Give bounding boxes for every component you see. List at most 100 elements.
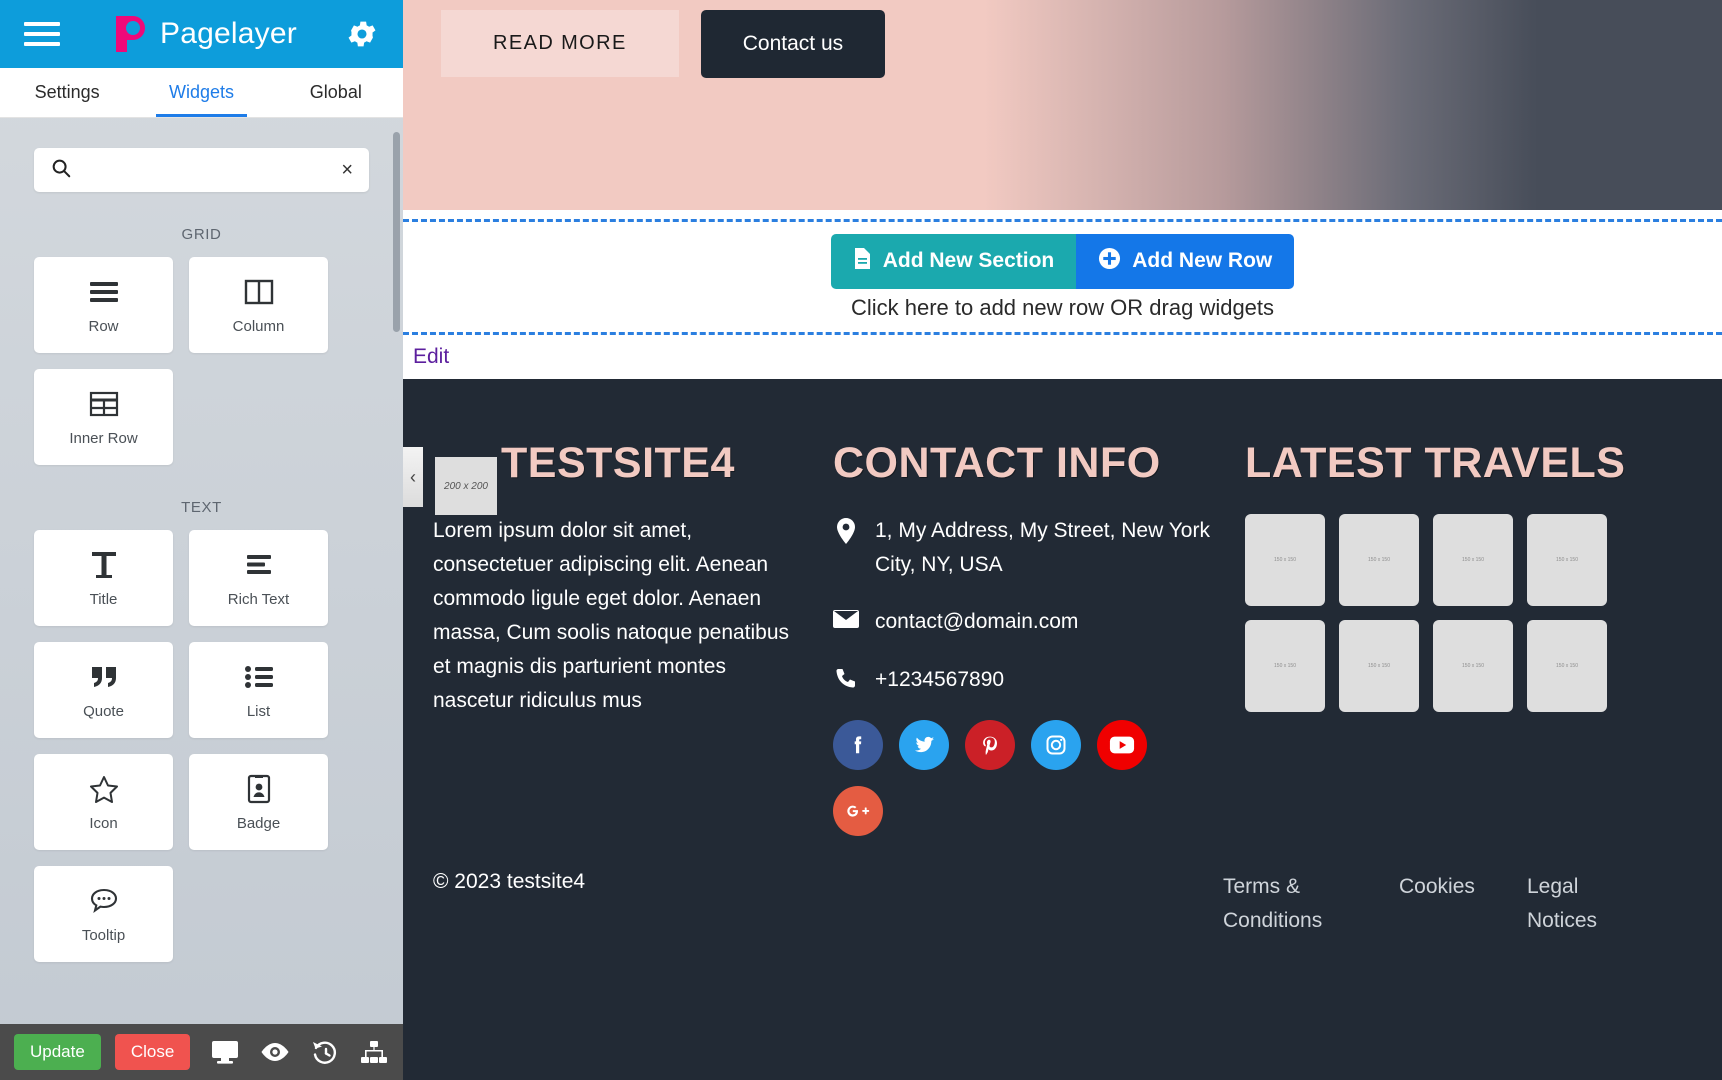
contact-us-button[interactable]: Contact us bbox=[700, 10, 886, 78]
instagram-icon[interactable] bbox=[1031, 720, 1081, 771]
tab-settings[interactable]: Settings bbox=[0, 68, 134, 117]
footer-brand-column: 200 x 200 TESTSITE4 Lorem ipsum dolor si… bbox=[421, 439, 821, 836]
youtube-icon[interactable] bbox=[1097, 720, 1147, 771]
edit-bar: Edit bbox=[403, 335, 1722, 379]
footer-link-cookies[interactable]: Cookies bbox=[1399, 870, 1527, 937]
travel-thumbnail[interactable]: 150 x 150 bbox=[1339, 620, 1419, 712]
widget-tooltip[interactable]: Tooltip bbox=[34, 866, 173, 962]
widget-label: Quote bbox=[83, 702, 124, 720]
widget-label: Row bbox=[88, 317, 119, 335]
footer-travels-title: LATEST TRAVELS bbox=[1245, 439, 1626, 487]
pagelayer-logo-icon bbox=[108, 12, 150, 56]
rows-icon bbox=[89, 276, 119, 308]
read-more-button[interactable]: READ MORE bbox=[441, 10, 679, 77]
widget-title[interactable]: Title bbox=[34, 530, 173, 626]
brand: Pagelayer bbox=[60, 12, 345, 56]
category-label-grid: GRID bbox=[181, 226, 222, 243]
footer-link-legal[interactable]: Legal Notices bbox=[1527, 870, 1655, 937]
hamburger-icon[interactable] bbox=[24, 22, 60, 46]
column-icon bbox=[244, 276, 274, 308]
add-new-row-dropzone[interactable]: Add New Section Add New Row Click here t… bbox=[403, 219, 1722, 335]
star-icon bbox=[89, 773, 119, 805]
edit-link[interactable]: Edit bbox=[413, 345, 449, 369]
contact-phone-row: +1234567890 bbox=[833, 663, 1221, 697]
page-canvas: READ MORE Contact us Add New Section Add… bbox=[403, 0, 1722, 1080]
footer-link-terms[interactable]: Terms & Conditions bbox=[1223, 870, 1399, 937]
widgets-sidebar: Pagelayer Settings Widgets Global × GRID… bbox=[0, 0, 403, 1080]
widget-quote[interactable]: Quote bbox=[34, 642, 173, 738]
footer-links: Terms & Conditions Cookies Legal Notices bbox=[1223, 870, 1692, 937]
map-pin-icon bbox=[833, 514, 859, 544]
add-new-row-label: Add New Row bbox=[1132, 249, 1273, 272]
badge-icon bbox=[247, 773, 271, 805]
social-links bbox=[833, 720, 1153, 837]
plus-circle-icon bbox=[1098, 247, 1121, 276]
chevron-left-icon[interactable]: ‹ bbox=[403, 447, 423, 507]
close-button[interactable]: Close bbox=[114, 1034, 191, 1070]
widget-rich-text[interactable]: Rich Text bbox=[189, 530, 328, 626]
inner-row-icon bbox=[89, 388, 119, 420]
facebook-icon[interactable] bbox=[833, 720, 883, 771]
search-box: × bbox=[34, 148, 369, 192]
widget-badge[interactable]: Badge bbox=[189, 754, 328, 850]
travel-thumbnail[interactable]: 150 x 150 bbox=[1245, 514, 1325, 606]
copyright-text: © 2023 testsite4 bbox=[433, 870, 586, 894]
twitter-icon[interactable] bbox=[899, 720, 949, 771]
add-new-section-button[interactable]: Add New Section bbox=[830, 233, 1077, 289]
footer-columns: 200 x 200 TESTSITE4 Lorem ipsum dolor si… bbox=[403, 439, 1722, 837]
widget-label: Rich Text bbox=[227, 590, 290, 608]
travel-thumbnail[interactable]: 150 x 150 bbox=[1433, 514, 1513, 606]
brand-name: Pagelayer bbox=[160, 17, 297, 50]
quote-icon bbox=[89, 661, 119, 693]
list-icon bbox=[244, 661, 274, 693]
pinterest-icon[interactable] bbox=[965, 720, 1015, 771]
widget-label: List bbox=[246, 702, 271, 720]
footer-about-text: Lorem ipsum dolor sit amet, consectetuer… bbox=[433, 519, 790, 713]
editor-toolbar: Update Close bbox=[0, 1024, 403, 1080]
contact-address: 1, My Address, My Street, New York City,… bbox=[875, 519, 1210, 576]
travel-thumbnail[interactable]: 150 x 150 bbox=[1339, 514, 1419, 606]
contact-email-row: contact@domain.com bbox=[833, 605, 1221, 639]
googleplus-icon[interactable] bbox=[833, 786, 883, 837]
add-new-section-label: Add New Section bbox=[882, 249, 1055, 272]
footer-contact-column: CONTACT INFO 1, My Address, My Street, N… bbox=[821, 439, 1233, 837]
widget-column[interactable]: Column bbox=[189, 257, 328, 353]
contact-phone[interactable]: +1234567890 bbox=[875, 663, 1004, 697]
sidebar-scrollbar[interactable] bbox=[393, 132, 400, 332]
search-icon bbox=[50, 157, 72, 184]
travel-thumbnail[interactable]: 150 x 150 bbox=[1527, 514, 1607, 606]
document-icon bbox=[853, 247, 872, 276]
logo-placeholder: 200 x 200 bbox=[435, 457, 497, 515]
widget-label: Badge bbox=[236, 814, 281, 832]
tab-global[interactable]: Global bbox=[269, 68, 403, 117]
travel-thumbnail[interactable]: 150 x 150 bbox=[1433, 620, 1513, 712]
revision-history-icon[interactable] bbox=[310, 1037, 340, 1067]
contact-email[interactable]: contact@domain.com bbox=[875, 605, 1078, 639]
preview-eye-icon[interactable] bbox=[260, 1037, 290, 1067]
tab-widgets[interactable]: Widgets bbox=[134, 68, 268, 117]
widget-label: Inner Row bbox=[69, 429, 138, 447]
hero-section: READ MORE Contact us bbox=[403, 0, 1722, 210]
gear-icon[interactable] bbox=[345, 17, 379, 51]
contact-address-row: 1, My Address, My Street, New York City,… bbox=[833, 514, 1221, 581]
title-icon bbox=[90, 549, 118, 581]
add-new-row-button[interactable]: Add New Row bbox=[1076, 233, 1295, 289]
widget-row[interactable]: Row bbox=[34, 257, 173, 353]
travel-thumbnail[interactable]: 150 x 150 bbox=[1527, 620, 1607, 712]
phone-icon bbox=[833, 663, 859, 691]
update-button[interactable]: Update bbox=[14, 1034, 101, 1070]
rich-text-icon bbox=[244, 549, 274, 581]
travel-thumbnail[interactable]: 150 x 150 bbox=[1245, 620, 1325, 712]
sidebar-header: Pagelayer bbox=[0, 0, 403, 68]
desktop-icon[interactable] bbox=[210, 1037, 240, 1067]
widget-icon[interactable]: Icon bbox=[34, 754, 173, 850]
sitemap-icon[interactable] bbox=[359, 1037, 389, 1067]
latest-travels-grid: 150 x 150 150 x 150 150 x 150 150 x 150 … bbox=[1245, 514, 1645, 712]
clear-search-icon[interactable]: × bbox=[341, 160, 353, 180]
envelope-icon bbox=[833, 605, 859, 629]
widget-label: Title bbox=[89, 590, 118, 608]
widget-list[interactable]: List bbox=[189, 642, 328, 738]
widget-inner-row[interactable]: Inner Row bbox=[34, 369, 173, 465]
search-input[interactable] bbox=[72, 161, 342, 179]
widgets-panel: × GRID Row Column Inner Row TEXT Title R… bbox=[0, 118, 403, 1024]
